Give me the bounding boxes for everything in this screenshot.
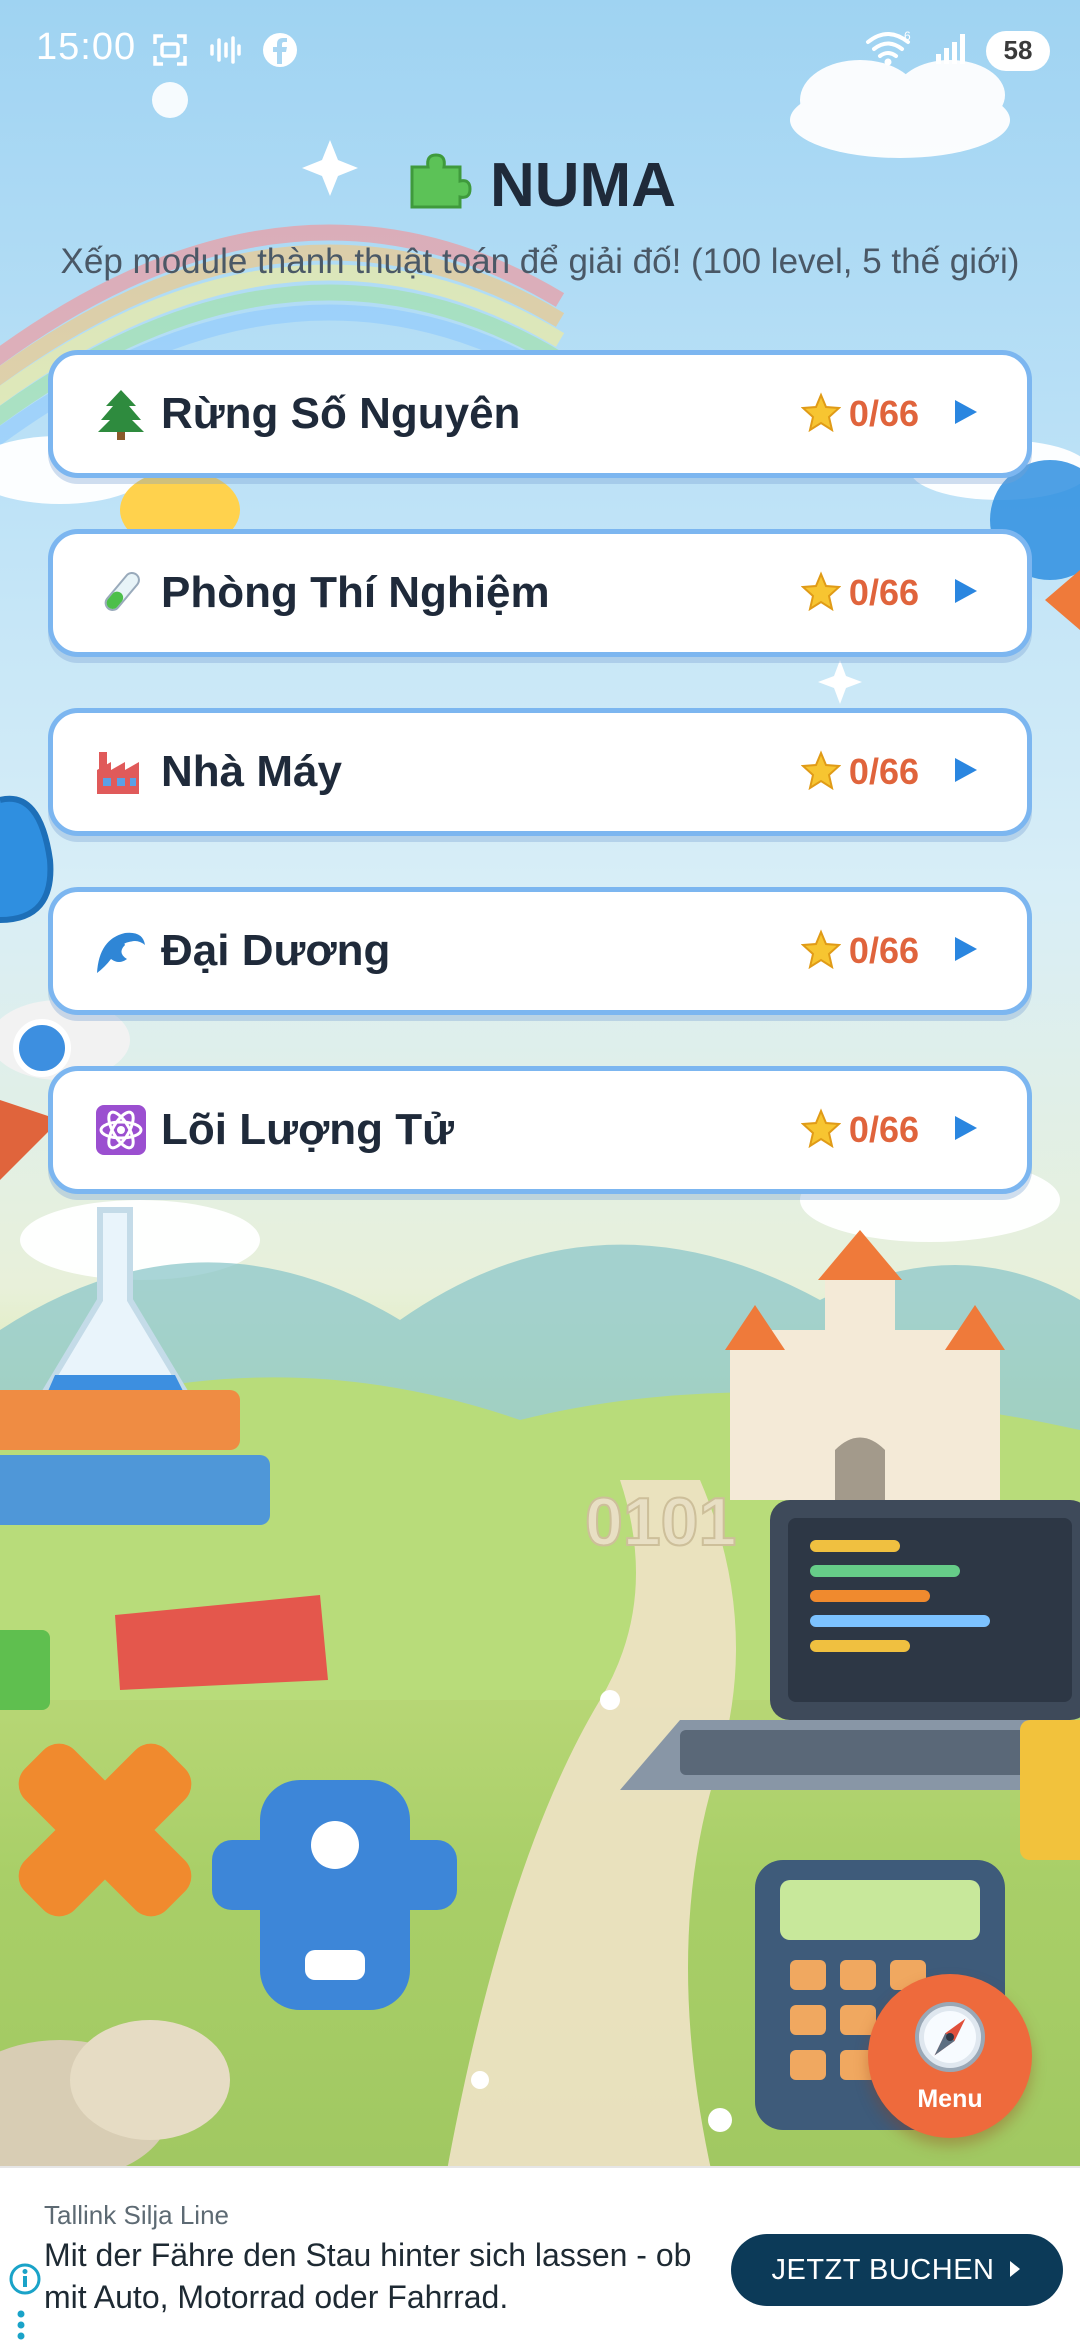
world-progress: 0/66: [800, 570, 919, 616]
world-score: 0/66: [848, 393, 919, 434]
play-arrow-icon: [953, 398, 979, 431]
ad-options-icon[interactable]: [14, 2310, 28, 2340]
world-card-loi-luong-tu[interactable]: Lõi Lượng Tử 0/66: [48, 1066, 1032, 1194]
compass-icon: [911, 1998, 989, 2081]
voice-icon: [208, 30, 242, 75]
ad-info-icon[interactable]: [8, 2262, 42, 2301]
battery-icon: 58: [986, 30, 1050, 71]
atom-icon: [95, 1104, 147, 1156]
tree-icon: [95, 388, 147, 440]
world-card-nha-may[interactable]: Nhà Máy 0/66: [48, 708, 1032, 836]
screenshot-icon: [150, 30, 190, 75]
wave-icon: [95, 925, 147, 977]
world-progress: 0/66: [800, 749, 919, 795]
world-name: Đại Dương: [161, 926, 391, 975]
world-list: Rừng Số Nguyên 0/66 Phòng Thí Nghiệm 0/6…: [48, 350, 1032, 1245]
play-arrow-icon: [953, 577, 979, 610]
star-icon: [800, 749, 842, 795]
star-icon: [800, 391, 842, 437]
signal-icon: [932, 28, 972, 73]
wifi-icon: 6: [864, 28, 918, 73]
star-icon: [800, 570, 842, 616]
ad-banner[interactable]: Tallink Silja Line Mit der Fähre den Sta…: [0, 2166, 1080, 2340]
status-icons-left: [150, 30, 300, 75]
star-icon: [800, 928, 842, 974]
play-arrow-icon: [953, 1114, 979, 1147]
subtitle: Xếp module thành thuật toán để giải đố! …: [60, 242, 1020, 281]
app-title-text: NUMA: [490, 151, 676, 220]
world-score: 0/66: [848, 751, 919, 792]
ad-cta-button[interactable]: JETZT BUCHEN: [731, 2234, 1063, 2306]
world-progress: 0/66: [800, 1107, 919, 1153]
ad-advertiser: Tallink Silja Line: [44, 2200, 229, 2230]
world-card-rung-so-nguyen[interactable]: Rừng Số Nguyên 0/66: [48, 350, 1032, 478]
status-bar: 15:00 6 58: [0, 0, 1080, 100]
facebook-icon: [260, 30, 300, 75]
ad-cta-label: JETZT BUCHEN: [771, 2253, 995, 2286]
menu-label: Menu: [917, 2085, 983, 2113]
menu-button[interactable]: Menu: [868, 1974, 1032, 2138]
page-title: NUMA: [0, 145, 1080, 226]
world-name: Nhà Máy: [161, 747, 342, 796]
chevron-right-icon: [1008, 2254, 1022, 2287]
world-score: 0/66: [848, 572, 919, 613]
world-card-dai-duong[interactable]: Đại Dương 0/66: [48, 887, 1032, 1015]
puzzle-icon: [404, 145, 476, 226]
world-name: Rừng Số Nguyên: [161, 389, 521, 438]
play-arrow-icon: [953, 756, 979, 789]
world-progress: 0/66: [800, 391, 919, 437]
app-screen: 0101 15:00 6 58 NUMA Xếp module thành th…: [0, 0, 1080, 2340]
world-name: Phòng Thí Nghiệm: [161, 568, 550, 617]
factory-icon: [95, 746, 147, 798]
status-icons-right: 6 58: [864, 28, 1050, 73]
svg-text:0101: 0101: [585, 1484, 736, 1560]
test-tube-icon: [95, 567, 147, 619]
network-label: 6: [904, 29, 911, 43]
world-score: 0/66: [848, 1109, 919, 1150]
play-arrow-icon: [953, 935, 979, 968]
world-card-phong-thi-nghiem[interactable]: Phòng Thí Nghiệm 0/66: [48, 529, 1032, 657]
star-icon: [800, 1107, 842, 1153]
world-name: Lõi Lượng Tử: [161, 1105, 454, 1154]
status-time: 15:00: [36, 26, 137, 68]
world-progress: 0/66: [800, 928, 919, 974]
ad-text: Mit der Fähre den Stau hinter sich lasse…: [44, 2237, 692, 2315]
world-score: 0/66: [848, 930, 919, 971]
